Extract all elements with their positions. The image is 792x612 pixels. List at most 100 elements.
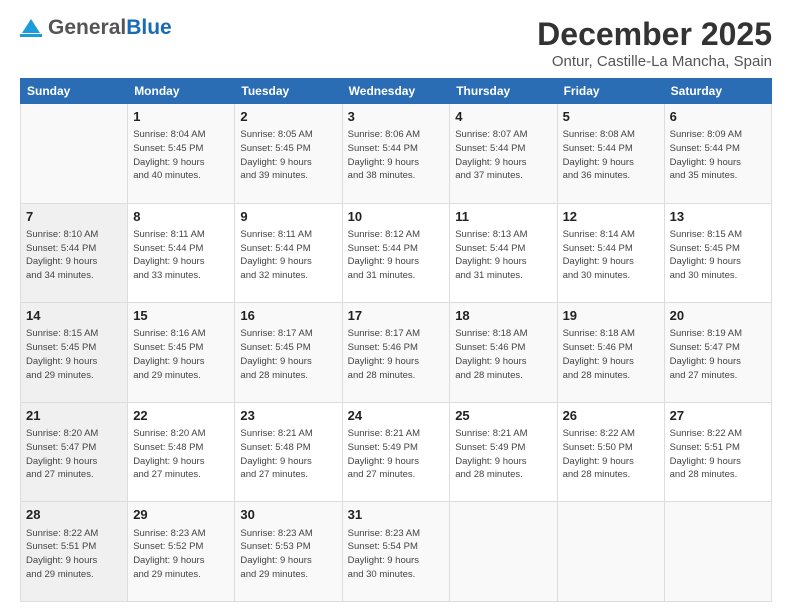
day-info: Sunrise: 8:15 AM Sunset: 5:45 PM Dayligh… (26, 327, 122, 382)
week-row-2: 14 Sunrise: 8:15 AM Sunset: 5:45 PM Dayli… (21, 303, 772, 403)
day-cell: 21Sunrise: 8:20 AM Sunset: 5:47 PM Dayli… (21, 402, 128, 502)
day-cell: 28 Sunrise: 8:22 AM Sunset: 5:51 PM Dayli… (21, 502, 128, 602)
day-cell (450, 502, 557, 602)
day-header-row: SundayMondayTuesdayWednesdayThursdayFrid… (21, 79, 772, 104)
day-cell: 7 Sunrise: 8:10 AM Sunset: 5:44 PM Daylig… (21, 203, 128, 303)
day-number: 3 (348, 108, 445, 126)
day-cell: 6 Sunrise: 8:09 AM Sunset: 5:44 PM Daylig… (664, 104, 771, 204)
calendar-header: SundayMondayTuesdayWednesdayThursdayFrid… (21, 79, 772, 104)
day-info: Sunrise: 8:18 AM Sunset: 5:46 PM Dayligh… (455, 327, 551, 382)
day-cell (664, 502, 771, 602)
day-info: Sunrise: 8:08 AM Sunset: 5:44 PM Dayligh… (563, 128, 659, 183)
day-header-tuesday: Tuesday (235, 79, 342, 104)
day-info: Sunrise: 8:23 AM Sunset: 5:54 PM Dayligh… (348, 527, 445, 582)
logo-words: GeneralBlue (48, 16, 172, 40)
day-info: Sunrise: 8:11 AM Sunset: 5:44 PM Dayligh… (240, 228, 336, 283)
logo-general: General (48, 16, 126, 39)
day-number: 12 (563, 208, 659, 226)
day-number: 25 (455, 407, 551, 425)
day-info: Sunrise: 8:07 AM Sunset: 5:44 PM Dayligh… (455, 128, 551, 183)
day-info: Sunrise: 8:22 AM Sunset: 5:51 PM Dayligh… (670, 427, 766, 482)
day-number: 4 (455, 108, 551, 126)
header: GeneralBlue December 2025 Ontur, Castill… (20, 16, 772, 70)
day-number: 14 (26, 307, 122, 325)
day-number: 7 (26, 208, 122, 226)
day-number: 24 (348, 407, 445, 425)
logo-bar (20, 34, 42, 37)
day-cell: 29Sunrise: 8:23 AM Sunset: 5:52 PM Dayli… (128, 502, 235, 602)
day-header-wednesday: Wednesday (342, 79, 450, 104)
day-info: Sunrise: 8:20 AM Sunset: 5:47 PM Dayligh… (26, 427, 122, 482)
day-cell: 12 Sunrise: 8:14 AM Sunset: 5:44 PM Dayli… (557, 203, 664, 303)
day-info: Sunrise: 8:11 AM Sunset: 5:44 PM Dayligh… (133, 228, 229, 283)
day-info: Sunrise: 8:21 AM Sunset: 5:49 PM Dayligh… (455, 427, 551, 482)
day-info: Sunrise: 8:23 AM Sunset: 5:52 PM Dayligh… (133, 527, 229, 582)
day-number: 20 (670, 307, 766, 325)
day-cell: 27 Sunrise: 8:22 AM Sunset: 5:51 PM Dayli… (664, 402, 771, 502)
day-cell: 1Sunrise: 8:04 AM Sunset: 5:45 PM Daylig… (128, 104, 235, 204)
week-row-3: 21Sunrise: 8:20 AM Sunset: 5:47 PM Dayli… (21, 402, 772, 502)
day-cell: 2Sunrise: 8:05 AM Sunset: 5:45 PM Daylig… (235, 104, 342, 204)
day-cell: 30Sunrise: 8:23 AM Sunset: 5:53 PM Dayli… (235, 502, 342, 602)
day-cell: 10Sunrise: 8:12 AM Sunset: 5:44 PM Dayli… (342, 203, 450, 303)
day-cell (557, 502, 664, 602)
day-number: 28 (26, 506, 122, 524)
day-cell: 26Sunrise: 8:22 AM Sunset: 5:50 PM Dayli… (557, 402, 664, 502)
calendar-table: SundayMondayTuesdayWednesdayThursdayFrid… (20, 78, 772, 602)
day-cell: 4 Sunrise: 8:07 AM Sunset: 5:44 PM Daylig… (450, 104, 557, 204)
day-info: Sunrise: 8:19 AM Sunset: 5:47 PM Dayligh… (670, 327, 766, 382)
title-area: December 2025 Ontur, Castille-La Mancha,… (537, 16, 772, 70)
page: GeneralBlue December 2025 Ontur, Castill… (0, 0, 792, 612)
day-header-saturday: Saturday (664, 79, 771, 104)
day-number: 27 (670, 407, 766, 425)
day-number: 16 (240, 307, 336, 325)
day-header-sunday: Sunday (21, 79, 128, 104)
day-number: 26 (563, 407, 659, 425)
day-cell: 15 Sunrise: 8:16 AM Sunset: 5:45 PM Dayli… (128, 303, 235, 403)
logo-icon (20, 19, 42, 37)
day-header-monday: Monday (128, 79, 235, 104)
week-row-4: 28 Sunrise: 8:22 AM Sunset: 5:51 PM Dayli… (21, 502, 772, 602)
day-number: 22 (133, 407, 229, 425)
day-number: 6 (670, 108, 766, 126)
day-info: Sunrise: 8:18 AM Sunset: 5:46 PM Dayligh… (563, 327, 659, 382)
day-cell: 19 Sunrise: 8:18 AM Sunset: 5:46 PM Dayli… (557, 303, 664, 403)
day-info: Sunrise: 8:15 AM Sunset: 5:45 PM Dayligh… (670, 228, 766, 283)
day-cell: 18 Sunrise: 8:18 AM Sunset: 5:46 PM Dayli… (450, 303, 557, 403)
day-info: Sunrise: 8:13 AM Sunset: 5:44 PM Dayligh… (455, 228, 551, 283)
day-info: Sunrise: 8:06 AM Sunset: 5:44 PM Dayligh… (348, 128, 445, 183)
logo-blue: Blue (126, 16, 172, 39)
week-row-1: 7 Sunrise: 8:10 AM Sunset: 5:44 PM Daylig… (21, 203, 772, 303)
day-header-friday: Friday (557, 79, 664, 104)
calendar-body: 1Sunrise: 8:04 AM Sunset: 5:45 PM Daylig… (21, 104, 772, 602)
day-info: Sunrise: 8:09 AM Sunset: 5:44 PM Dayligh… (670, 128, 766, 183)
day-cell: 14 Sunrise: 8:15 AM Sunset: 5:45 PM Dayli… (21, 303, 128, 403)
logo: GeneralBlue (20, 16, 172, 40)
main-title: December 2025 (537, 16, 772, 53)
day-cell (21, 104, 128, 204)
day-number: 13 (670, 208, 766, 226)
day-cell: 25 Sunrise: 8:21 AM Sunset: 5:49 PM Dayli… (450, 402, 557, 502)
day-cell: 16Sunrise: 8:17 AM Sunset: 5:45 PM Dayli… (235, 303, 342, 403)
day-info: Sunrise: 8:22 AM Sunset: 5:51 PM Dayligh… (26, 527, 122, 582)
day-number: 5 (563, 108, 659, 126)
day-number: 17 (348, 307, 445, 325)
day-number: 8 (133, 208, 229, 226)
day-info: Sunrise: 8:21 AM Sunset: 5:48 PM Dayligh… (240, 427, 336, 482)
day-number: 18 (455, 307, 551, 325)
day-info: Sunrise: 8:12 AM Sunset: 5:44 PM Dayligh… (348, 228, 445, 283)
day-info: Sunrise: 8:10 AM Sunset: 5:44 PM Dayligh… (26, 228, 122, 283)
day-number: 9 (240, 208, 336, 226)
day-number: 15 (133, 307, 229, 325)
day-cell: 23Sunrise: 8:21 AM Sunset: 5:48 PM Dayli… (235, 402, 342, 502)
day-info: Sunrise: 8:16 AM Sunset: 5:45 PM Dayligh… (133, 327, 229, 382)
day-number: 1 (133, 108, 229, 126)
day-number: 30 (240, 506, 336, 524)
day-cell: 8 Sunrise: 8:11 AM Sunset: 5:44 PM Daylig… (128, 203, 235, 303)
subtitle: Ontur, Castille-La Mancha, Spain (537, 53, 772, 70)
day-cell: 20 Sunrise: 8:19 AM Sunset: 5:47 PM Dayli… (664, 303, 771, 403)
day-number: 19 (563, 307, 659, 325)
day-cell: 13 Sunrise: 8:15 AM Sunset: 5:45 PM Dayli… (664, 203, 771, 303)
day-info: Sunrise: 8:14 AM Sunset: 5:44 PM Dayligh… (563, 228, 659, 283)
day-cell: 9 Sunrise: 8:11 AM Sunset: 5:44 PM Daylig… (235, 203, 342, 303)
